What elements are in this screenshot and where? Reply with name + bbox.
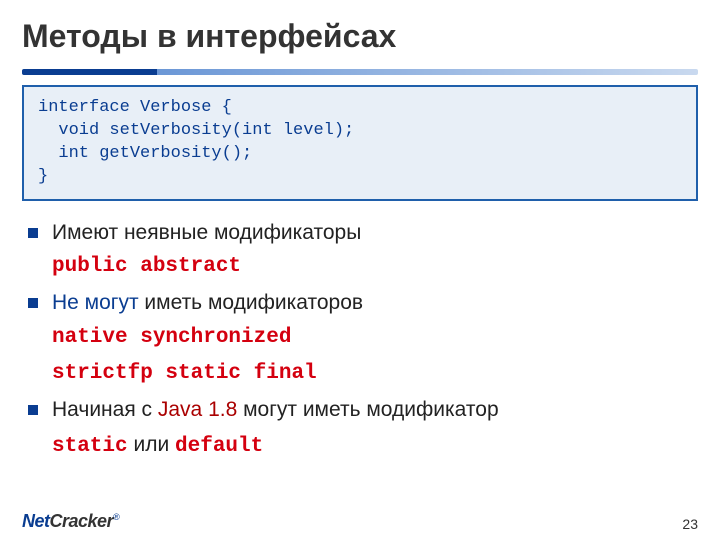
code-inline: static	[52, 435, 128, 458]
bullet-text: иметь модификаторов	[139, 291, 363, 314]
bullet-text: Начиная с	[52, 398, 158, 421]
bullet-list: Имеют неявные модификаторы public abstra…	[22, 219, 698, 461]
bullet-icon	[28, 405, 38, 415]
bullet-icon	[28, 228, 38, 238]
bullet-version: Java 1.8	[158, 398, 237, 421]
code-inline: public abstract	[22, 253, 698, 281]
list-item: Начиная с Java 1.8 могут иметь модификат…	[22, 396, 698, 424]
code-inline: strictfp static final	[22, 360, 698, 388]
bullet-icon	[28, 298, 38, 308]
code-inline-group: static или default	[22, 431, 698, 461]
footer: NetCracker® 23	[0, 511, 720, 532]
logo-registered-icon: ®	[113, 512, 119, 522]
code-inline: native synchronized	[22, 324, 698, 352]
bullet-text: Имеют неявные модификаторы	[52, 221, 361, 244]
logo: NetCracker®	[22, 511, 119, 532]
bullet-emphasis: Не могут	[52, 291, 139, 314]
slide-title: Методы в интерфейсах	[0, 0, 720, 55]
list-item: Имеют неявные модификаторы	[22, 219, 698, 247]
bullet-text: или	[128, 433, 175, 456]
code-inline: default	[175, 435, 263, 458]
page-number: 23	[682, 516, 698, 532]
bullet-text: могут иметь модификатор	[237, 398, 498, 421]
code-block: interface Verbose { void setVerbosity(in…	[22, 85, 698, 201]
logo-part-cracker: Cracker	[50, 511, 114, 531]
logo-part-net: Net	[22, 511, 50, 531]
divider	[22, 69, 698, 75]
list-item: Не могут иметь модификаторов	[22, 289, 698, 317]
